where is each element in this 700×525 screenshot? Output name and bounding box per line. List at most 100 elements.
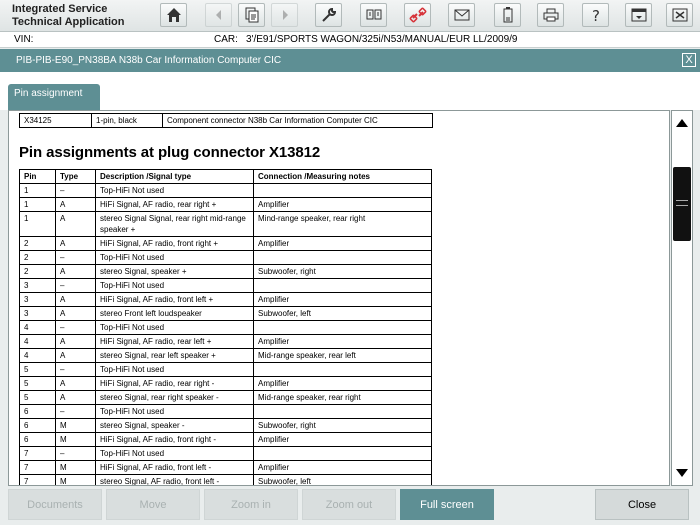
table-row: 1– Top-HiFi Not used (19, 183, 432, 198)
table-row: 5 Astereo Signal, rear right speaker - Mid… (19, 390, 432, 405)
table-row: 7 Mstereo Signal, AF radio, front left -S… (19, 474, 432, 485)
type-cell: A (55, 376, 96, 391)
table-row: X34125 1-pin, black Component connector … (19, 113, 433, 128)
wrench-button[interactable] (315, 3, 342, 27)
home-icon (166, 8, 181, 22)
description-cell: stereo Signal Signal, rear right mid-ran… (95, 211, 254, 237)
app-title: Integrated Service Technical Application (12, 3, 124, 29)
zoom-in-button[interactable]: Zoom in (204, 489, 298, 520)
move-button[interactable]: Move (106, 489, 200, 520)
pin-cell: 5 (19, 376, 56, 391)
description-cell: HiFi Signal, AF radio, rear right + (95, 197, 254, 212)
forward-icon (282, 10, 288, 20)
table-row: 4 A HiFi Signal, AF radio, rear left + Ampl… (19, 334, 432, 349)
compare-button[interactable] (360, 3, 387, 27)
arrow-down-icon (676, 469, 688, 477)
connection-cell: Mid-range speaker, rear left (253, 348, 432, 363)
battery-button[interactable] (494, 3, 521, 27)
connection-cell (253, 320, 432, 335)
description-cell: HiFi Signal, AF radio, front left + (95, 292, 254, 307)
connection-cell: Amplifier (253, 292, 432, 307)
description-cell: Top-HiFi Not used (95, 320, 254, 335)
connection-cell (253, 362, 432, 377)
pin-cell: 1 (19, 183, 56, 198)
zoom-out-button[interactable]: Zoom out (302, 489, 396, 520)
window-icon (631, 8, 646, 22)
connection-cell: Amplifier (253, 236, 432, 251)
table-row: 1 A HiFi Signal, AF radio, rear right + Amp… (19, 197, 432, 212)
car-label: CAR: (214, 34, 238, 45)
printer-button[interactable] (537, 3, 564, 27)
table-header-row: Pin Type Description /Signal type Connec… (19, 169, 432, 184)
column-header-description: Description /Signal type (95, 169, 254, 184)
scroll-down-button[interactable] (672, 463, 692, 483)
pin-cell: 6 (19, 404, 56, 419)
pin-cell: 2 (19, 236, 56, 251)
back-icon (215, 10, 221, 20)
description-cell: HiFi Signal, AF radio, front right - (95, 432, 254, 447)
component-id: X34125 (19, 113, 92, 128)
table-row: 4 Astereo Signal, rear left speaker + Mid-… (19, 348, 432, 363)
document-close-button[interactable]: X (682, 53, 696, 67)
full-screen-button[interactable]: Full screen (400, 489, 494, 520)
mail-button[interactable] (448, 3, 475, 27)
forward-button[interactable] (271, 3, 298, 27)
document-body: X34125 1-pin, black Component connector … (19, 113, 659, 485)
bottom-button-bar: Documents Move Zoom in Zoom out Full scr… (0, 486, 700, 525)
connection-cell: Subwoofer, left (253, 474, 432, 485)
type-cell: M (55, 418, 96, 433)
section-title: Pin assignments at plug connector X13812 (19, 144, 321, 161)
mail-icon (454, 9, 469, 21)
description-cell: Top-HiFi Not used (95, 362, 254, 377)
help-button[interactable]: ? (582, 3, 609, 27)
description-cell: stereo Signal, rear left speaker + (95, 348, 254, 363)
description-cell: Top-HiFi Not used (95, 446, 254, 461)
table-row: 6 M HiFi Signal, AF radio, front right - Am… (19, 432, 432, 447)
vertical-scrollbar[interactable] (671, 110, 693, 486)
description-cell: HiFi Signal, AF radio, front left - (95, 460, 254, 475)
table-row: 1 Astereo Signal Signal, rear right mid-r… (19, 211, 432, 237)
window-button[interactable] (625, 3, 652, 27)
exit-button[interactable] (666, 3, 693, 27)
pin-cell: 1 (19, 197, 56, 212)
home-button[interactable] (160, 3, 187, 27)
documents-button[interactable]: Documents (8, 489, 102, 520)
scroll-thumb[interactable] (673, 167, 691, 241)
document-content: X34125 1-pin, black Component connector … (8, 110, 670, 486)
link-icon (409, 7, 426, 23)
table-row: 7– Top-HiFi Not used (19, 446, 432, 461)
pin-cell: 7 (19, 446, 56, 461)
link-button[interactable] (404, 3, 431, 27)
type-cell: A (55, 197, 96, 212)
tab-bar: Pin assignment (0, 72, 700, 110)
connection-cell: Amplifier (253, 376, 432, 391)
type-cell: A (55, 292, 96, 307)
wrench-icon (321, 7, 336, 22)
component-desc: 1-pin, black (91, 113, 163, 128)
type-cell: – (55, 404, 96, 419)
back-button[interactable] (205, 3, 232, 27)
connection-cell (253, 278, 432, 293)
documents-stack-button[interactable] (238, 3, 265, 27)
table-row: 5– Top-HiFi Not used (19, 362, 432, 377)
close-button[interactable]: Close (595, 489, 689, 520)
pin-cell: 4 (19, 320, 56, 335)
table-row: 6– Top-HiFi Not used (19, 404, 432, 419)
connection-cell (253, 183, 432, 198)
pin-cell: 6 (19, 418, 56, 433)
type-cell: A (55, 264, 96, 279)
tab-pin-assignment[interactable]: Pin assignment (8, 84, 100, 110)
connection-cell: Amplifier (253, 460, 432, 475)
scroll-up-button[interactable] (672, 113, 692, 133)
table-row: 2 A HiFi Signal, AF radio, front right + Am… (19, 236, 432, 251)
pin-cell: 7 (19, 460, 56, 475)
compare-icon (366, 9, 381, 20)
description-cell: stereo Signal, AF radio, front left - (95, 474, 254, 485)
connection-cell (253, 250, 432, 265)
type-cell: M (55, 432, 96, 447)
table-row: 4– Top-HiFi Not used (19, 320, 432, 335)
description-cell: HiFi Signal, AF radio, rear right - (95, 376, 254, 391)
vin-label: VIN: (14, 34, 34, 45)
type-cell: A (55, 390, 96, 405)
pin-cell: 2 (19, 264, 56, 279)
